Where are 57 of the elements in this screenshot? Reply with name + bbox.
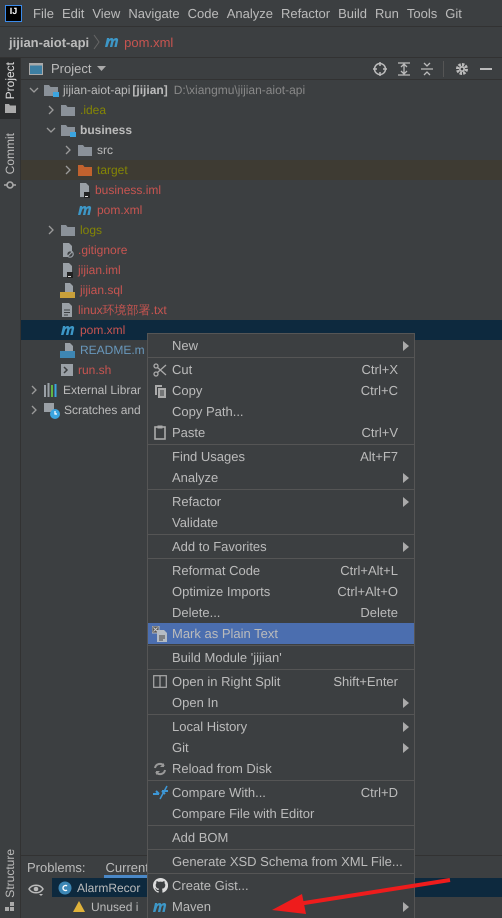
module-name: [jijian] — [132, 83, 168, 97]
tree-item-label: pom.xml — [97, 203, 142, 217]
tree-item-label: External Librar — [63, 383, 142, 397]
menu-item-label: Open In — [172, 695, 220, 710]
keyboard-shortcut: Ctrl+X — [362, 362, 398, 377]
tree-item-label: target — [97, 163, 128, 177]
panel-label: Problems: — [27, 860, 86, 874]
tree-item-label: pom.xml — [80, 323, 126, 337]
menu-item-label: Mark as Plain Text — [172, 626, 279, 641]
tree-item-label: jijian-aiot-api — [63, 83, 130, 97]
tree-item-label: logs — [80, 223, 102, 237]
tree-item-label: jijian.iml — [78, 263, 121, 277]
keyboard-shortcut: Alt+F7 — [360, 449, 398, 464]
menu-item-label: Local History — [172, 719, 248, 734]
keyboard-shortcut: Shift+Enter — [333, 674, 398, 689]
keyboard-shortcut: Ctrl+D — [360, 785, 398, 800]
menu-item-label: Analyze — [172, 470, 220, 485]
tree-item-label: .idea — [80, 103, 106, 117]
menu-item-label: Delete... — [172, 605, 222, 620]
menu-item-label: New — [172, 338, 200, 353]
menu-item-label: Maven — [172, 899, 212, 914]
keyboard-shortcut: Ctrl+C — [360, 383, 398, 398]
tree-item-label: README.m — [80, 343, 145, 357]
tree-item-label: business — [80, 123, 132, 137]
menu-item-label: Validate — [172, 515, 220, 530]
menu-item-label: Optimize Imports — [172, 584, 272, 599]
menu-item-label: Copy Path... — [172, 404, 245, 419]
menu-item-label: Reformat Code — [172, 563, 262, 578]
tree-item-label: run.sh — [78, 363, 112, 377]
problem-text: Unused i — [91, 900, 138, 914]
keyboard-shortcut: Ctrl+V — [362, 425, 398, 440]
tree-item-label: linux环境部署.txt — [78, 302, 167, 318]
problem-text: AlarmRecor — [77, 880, 140, 894]
menu-item-label: Find Usages — [172, 449, 246, 464]
menu-item-label: Build Module 'jijian' — [172, 650, 283, 665]
tree-item-label: Scratches and — [64, 403, 141, 417]
menu-item-label: Refactor — [172, 494, 222, 509]
tree-item-label: business.iml — [95, 183, 162, 197]
menu-item-label: Generate XSD Schema from XML File... — [172, 854, 403, 869]
keyboard-shortcut: Ctrl+Alt+O — [337, 584, 398, 599]
menu-item-label: Compare File with Editor — [172, 806, 316, 821]
menu-item-label: Create Gist... — [172, 878, 250, 893]
project-path: D:\xiangmu\jijian-aiot-api — [174, 83, 306, 97]
menu-item-label: Cut — [172, 362, 194, 377]
tree-item-label: src — [97, 143, 113, 157]
tree-item-label: jijian.sql — [80, 283, 123, 297]
menu-item-label: Compare With... — [172, 785, 267, 800]
menu-item-label: Paste — [172, 425, 206, 440]
keyboard-shortcut: Ctrl+Alt+L — [340, 563, 398, 578]
menu-item-label: Add BOM — [172, 830, 230, 845]
tree-item-label: .gitignore — [78, 243, 128, 257]
keyboard-shortcut: Delete — [360, 605, 398, 620]
menu-item-label: Open in Right Split — [172, 674, 282, 689]
menu-item-label: Copy — [172, 383, 204, 398]
menu-item-label: Add to Favorites — [172, 539, 268, 554]
menu-item-label: Git — [172, 740, 190, 755]
menu-item-label: Reload from Disk — [172, 761, 273, 776]
